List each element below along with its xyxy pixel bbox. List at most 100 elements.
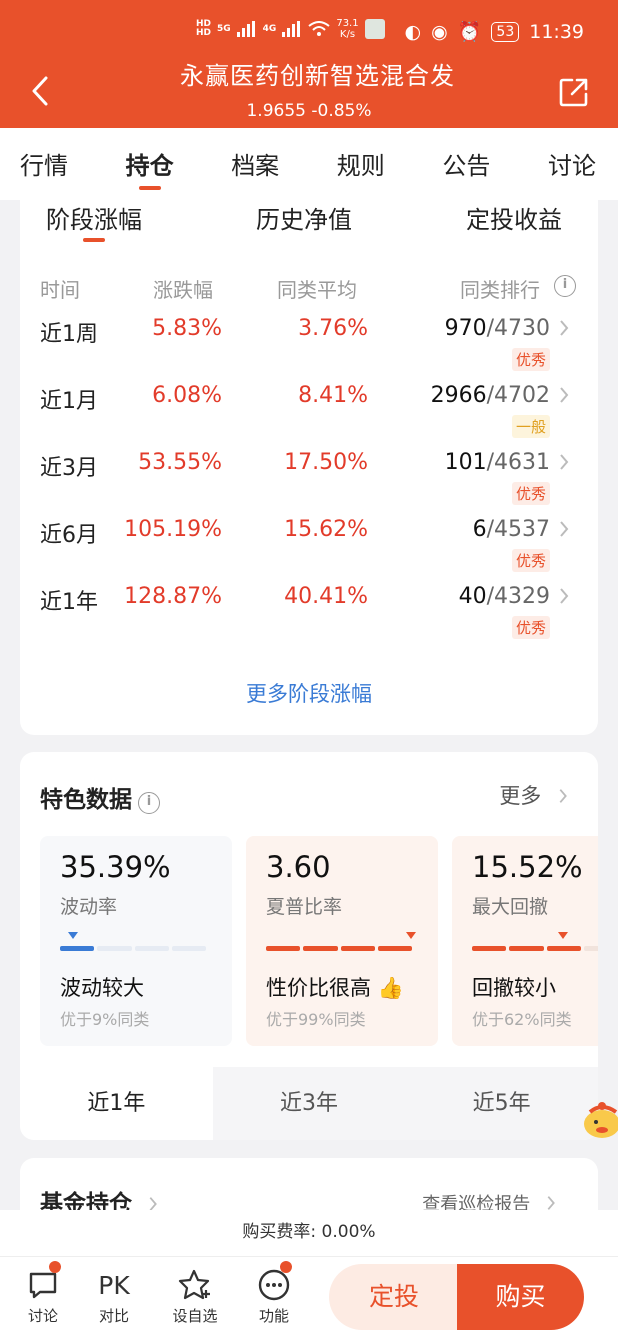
row-period: 近3月 [40,456,98,481]
row-change: 5.83% [152,316,222,341]
purchase-fee: 购买费率: 0.00% [0,1210,618,1256]
row-category-avg: 40.41% [284,584,368,609]
time: 11:39 [529,20,584,43]
metric-label: 最大回撤 [472,896,549,918]
row-change: 105.19% [124,517,222,542]
tab-discussion[interactable]: 讨论 [548,128,596,200]
metric-desc: 波动较大 [60,976,144,1000]
level-bar [472,946,598,951]
rank-value: 40 [458,584,487,609]
rank-badge: 优秀 [511,348,550,371]
add-favorite-label: 设自选 [172,1307,218,1325]
more-stage-returns-link[interactable]: 更多阶段涨幅 [20,678,598,708]
chevron-right-icon [560,320,569,336]
col-category-rank: 同类排行 [460,278,540,302]
metric-card-sharpe[interactable]: 3.60 夏普比率 性价比很高 👍 优于99%同类 [246,836,438,1046]
network-4g: 4G [262,23,277,34]
metric-card-volatility[interactable]: 35.39% 波动率 波动较大 优于9%同类 [40,836,232,1046]
network-5g: 5G [217,23,231,34]
period-tab-3y[interactable]: 近3年 [213,1067,406,1140]
status-bar: HD HD 5G 4G 73.1 K/s ◐ ◉ ⏰ 53 11:39 [0,18,618,50]
rank-badge: 优秀 [511,482,550,505]
app-notification-icon [364,19,385,39]
row-change: 128.87% [124,584,222,609]
rank-total: /4702 [486,383,550,408]
row-rank: 6/4537 [473,517,550,542]
speed-value: 73.1 [336,18,359,29]
metric-desc: 性价比很高 👍 [266,972,404,1002]
chevron-right-icon [560,521,569,537]
wifi-icon [308,21,330,36]
tab-quote[interactable]: 行情 [20,128,68,200]
rank-total: /4329 [486,584,550,609]
fund-nav-change: 1.9655 -0.85% [246,101,372,121]
row-category-avg: 15.62% [284,517,368,542]
row-period: 近1月 [40,389,98,414]
rank-badge: 优秀 [511,549,550,572]
more-label: 更多 [499,784,542,808]
tab-holdings[interactable]: 持仓 [126,128,174,200]
tab-rules[interactable]: 规则 [337,128,385,200]
subtab-nav-history[interactable]: 历史净值 [256,200,352,235]
rank-value: 970 [444,316,487,341]
level-marker [558,932,568,939]
period-tab-5y[interactable]: 近5年 [405,1067,598,1140]
discuss-button[interactable]: 讨论 [13,1261,73,1326]
mascot-icon[interactable] [580,1090,618,1148]
metric-card-max-drawdown[interactable]: 15.52% 最大回撤 回撤较小 优于62%同类 [452,836,598,1046]
subtab-sip-return[interactable]: 定投收益 [466,200,562,235]
hd-badges: HD HD [196,20,211,38]
metric-label: 夏普比率 [266,896,343,918]
rank-value: 6 [472,517,487,542]
buy-button[interactable]: 购买 [457,1264,584,1330]
row-rank: 2966/4702 [431,383,550,408]
chevron-right-icon [560,588,569,604]
table-row[interactable]: 近1月 6.08% 8.41% 2966/4702 一般 [20,383,598,443]
notification-dot [49,1261,61,1273]
metric-sub: 优于99%同类 [266,1010,366,1029]
level-marker [406,932,416,939]
share-icon[interactable] [558,76,590,108]
discuss-label: 讨论 [27,1307,58,1325]
page-title: 永赢医药创新智选混合发 [180,62,455,90]
col-category-avg: 同类平均 [277,278,357,302]
feature-more-link[interactable]: 更多 [499,780,570,810]
info-icon[interactable]: i [138,792,160,814]
table-row[interactable]: 近1年 128.87% 40.41% 40/4329 优秀 [20,584,598,644]
metric-sub: 优于9%同类 [60,1010,150,1029]
battery-icon: 53 [491,21,520,42]
level-bar [266,946,412,951]
period-tab-1y[interactable]: 近1年 [20,1067,213,1140]
status-icons: HD HD 5G 4G 73.1 K/s [196,18,385,40]
feature-title-text: 特色数据 [40,787,132,813]
table-row[interactable]: 近6月 105.19% 15.62% 6/4537 优秀 [20,517,598,577]
performance-card: 阶段涨幅 历史净值 定投收益 时间 涨跌幅 同类平均 同类排行 i 近1周 5.8… [20,200,598,735]
row-category-avg: 8.41% [298,383,368,408]
table-row[interactable]: 近3月 53.55% 17.50% 101/4631 优秀 [20,450,598,510]
metric-label: 波动率 [60,896,118,918]
metric-value: 15.52% [472,850,583,884]
notification-dot [280,1261,292,1273]
feature-data-title: 特色数据 i [40,780,160,814]
period-tabs: 近1年 近3年 近5年 [20,1067,598,1140]
net-speed: 73.1 K/s [336,18,358,40]
app-header: HD HD 5G 4G 73.1 K/s ◐ ◉ ⏰ 53 11:39 永赢医药… [0,0,618,128]
row-change: 6.08% [152,383,222,408]
metric-value: 35.39% [60,850,171,884]
functions-button[interactable]: 功能 [244,1261,304,1326]
add-favorite-button[interactable]: 设自选 [165,1267,225,1326]
compare-button[interactable]: PK 对比 [84,1267,144,1326]
col-change: 涨跌幅 [153,278,213,302]
rank-badge: 一般 [511,415,550,438]
table-row[interactable]: 近1周 5.83% 3.76% 970/4730 优秀 [20,316,598,376]
hd-badge-2: HD [196,28,212,38]
row-period: 近1周 [40,322,98,347]
sip-button[interactable]: 定投 [329,1264,459,1330]
subtab-stage-return[interactable]: 阶段涨幅 [46,200,142,235]
tab-profile[interactable]: 档案 [231,128,279,200]
level-bar [60,946,206,951]
tab-announcements[interactable]: 公告 [442,128,490,200]
signal-icon [236,21,255,37]
level-marker [68,932,78,939]
row-rank: 970/4730 [445,316,550,341]
